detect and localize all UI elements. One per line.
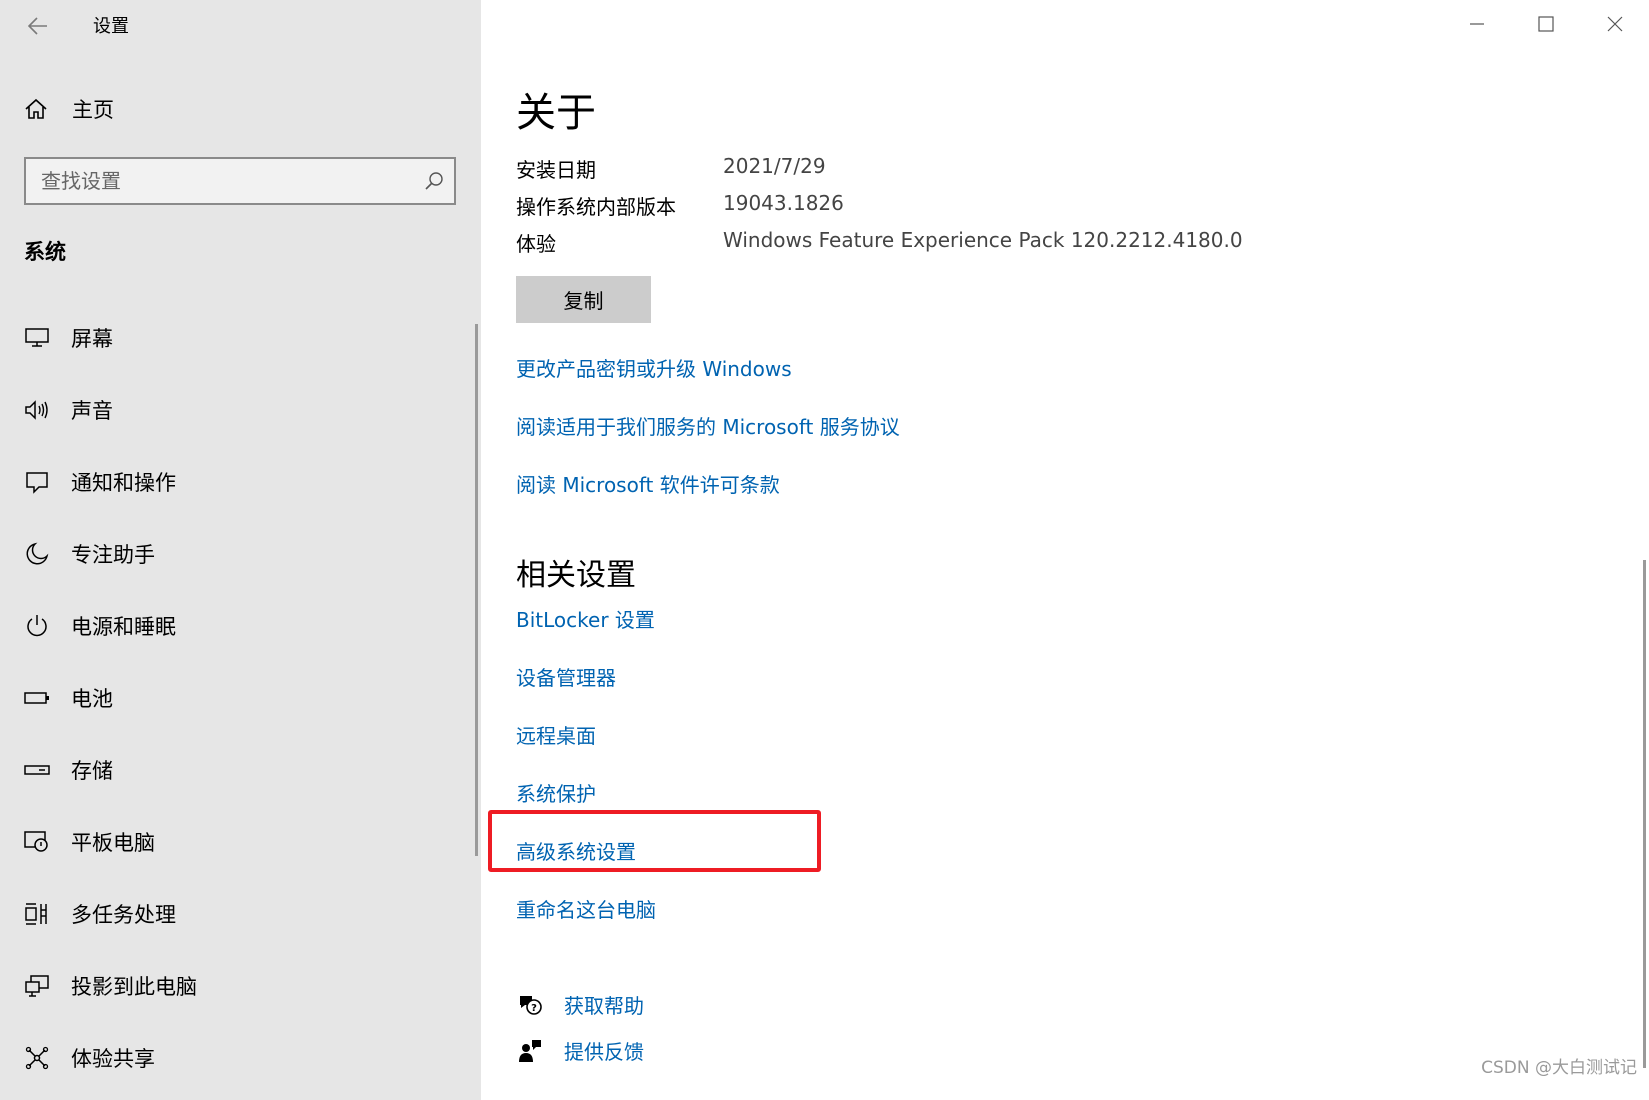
change-product-key-link[interactable]: 更改产品密钥或升级 Windows xyxy=(516,353,792,382)
spec-value: 2021/7/29 xyxy=(723,154,826,178)
sidebar-item-label: 平板电脑 xyxy=(71,831,155,855)
sidebar-item-label: 存储 xyxy=(71,759,113,783)
back-arrow-icon xyxy=(28,17,47,35)
sidebar-item-focus-assist[interactable]: 专注助手 xyxy=(0,518,481,590)
help-chat-icon: ? xyxy=(520,995,542,1015)
sidebar-section-heading: 系统 xyxy=(24,240,66,264)
sidebar-item-battery[interactable]: 电池 xyxy=(0,662,481,734)
main-content: 关于 安装日期 2021/7/29 操作系统内部版本 19043.1826 体验… xyxy=(481,0,1649,1100)
get-help-label: 获取帮助 xyxy=(564,994,644,1018)
spec-row-experience: 体验 Windows Feature Experience Pack 120.2… xyxy=(516,228,1243,257)
notification-icon xyxy=(26,472,48,494)
sidebar-item-label: 电池 xyxy=(71,687,113,711)
maximize-icon xyxy=(1537,16,1554,32)
copy-button[interactable]: 复制 xyxy=(516,276,651,323)
moon-icon xyxy=(26,542,49,565)
device-manager-link[interactable]: 设备管理器 xyxy=(516,662,616,691)
sidebar-item-label: 通知和操作 xyxy=(71,471,176,495)
share-icon xyxy=(25,1046,49,1070)
storage-icon xyxy=(24,765,50,775)
feedback-icon xyxy=(519,1039,541,1062)
sidebar-scrollbar[interactable] xyxy=(475,324,478,856)
spec-key: 安装日期 xyxy=(516,158,596,182)
tablet-icon xyxy=(24,831,48,852)
bitlocker-settings-link[interactable]: BitLocker 设置 xyxy=(516,604,655,633)
related-settings-title: 相关设置 xyxy=(516,558,636,593)
sidebar-nav: 屏幕 声音 通知和操作 专注助手 电源和睡眠 电池 存储 平板电脑 多任务处理 … xyxy=(0,302,481,1094)
sidebar-item-label: 多任务处理 xyxy=(71,903,176,927)
settings-window: 设置 主页 系统 屏幕 声音 xyxy=(0,0,1649,1100)
battery-icon xyxy=(24,692,49,704)
sidebar-item-label: 专注助手 xyxy=(71,543,155,567)
sidebar: 设置 主页 系统 屏幕 声音 xyxy=(0,0,481,1100)
search-box[interactable] xyxy=(24,157,456,205)
spec-value: Windows Feature Experience Pack 120.2212… xyxy=(723,228,1243,252)
search-input[interactable] xyxy=(26,159,414,203)
close-icon xyxy=(1607,16,1622,32)
sidebar-item-label: 屏幕 xyxy=(71,327,113,351)
sidebar-item-label: 声音 xyxy=(71,399,113,423)
project-icon xyxy=(25,975,49,997)
sidebar-item-multitasking[interactable]: 多任务处理 xyxy=(0,878,481,950)
give-feedback-label: 提供反馈 xyxy=(564,1040,644,1064)
spec-key: 操作系统内部版本 xyxy=(516,195,676,219)
sidebar-item-tablet[interactable]: 平板电脑 xyxy=(0,806,481,878)
system-protection-link[interactable]: 系统保护 xyxy=(516,778,596,807)
remote-desktop-link[interactable]: 远程桌面 xyxy=(516,720,596,749)
rename-pc-link[interactable]: 重命名这台电脑 xyxy=(516,894,656,923)
speaker-icon xyxy=(25,400,48,420)
monitor-icon xyxy=(25,328,49,347)
sidebar-item-label: 投影到此电脑 xyxy=(71,975,197,999)
home-icon xyxy=(25,98,47,119)
minimize-icon xyxy=(1469,23,1484,25)
spec-key: 体验 xyxy=(516,232,556,256)
main-scrollbar[interactable] xyxy=(1643,560,1646,1068)
watermark: CSDN @大白测试记 xyxy=(1481,1058,1637,1078)
sidebar-home[interactable]: 主页 xyxy=(24,88,454,130)
sidebar-item-shared-experiences[interactable]: 体验共享 xyxy=(0,1022,481,1094)
spec-row-os-build: 操作系统内部版本 19043.1826 xyxy=(516,191,844,220)
maximize-button[interactable] xyxy=(1511,0,1580,48)
highlight-box xyxy=(488,810,821,872)
app-title: 设置 xyxy=(93,16,129,37)
sidebar-item-notifications[interactable]: 通知和操作 xyxy=(0,446,481,518)
spec-value: 19043.1826 xyxy=(723,191,844,215)
power-icon xyxy=(27,615,47,637)
sidebar-item-storage[interactable]: 存储 xyxy=(0,734,481,806)
page-title: 关于 xyxy=(516,90,596,136)
sidebar-item-projecting[interactable]: 投影到此电脑 xyxy=(0,950,481,1022)
svg-text:?: ? xyxy=(531,1003,537,1014)
sidebar-item-display[interactable]: 屏幕 xyxy=(0,302,481,374)
window-controls xyxy=(1442,0,1649,48)
sidebar-item-sound[interactable]: 声音 xyxy=(0,374,481,446)
sidebar-home-label: 主页 xyxy=(72,98,114,122)
license-terms-link[interactable]: 阅读 Microsoft 软件许可条款 xyxy=(516,469,780,498)
get-help-link[interactable]: ? 获取帮助 xyxy=(516,990,644,1019)
give-feedback-link[interactable]: 提供反馈 xyxy=(516,1036,644,1065)
close-button[interactable] xyxy=(1580,0,1649,48)
spec-row-install-date: 安装日期 2021/7/29 xyxy=(516,154,826,183)
search-icon[interactable] xyxy=(414,161,454,201)
sidebar-item-power[interactable]: 电源和睡眠 xyxy=(0,590,481,662)
service-agreement-link[interactable]: 阅读适用于我们服务的 Microsoft 服务协议 xyxy=(516,411,900,440)
sidebar-item-label: 电源和睡眠 xyxy=(71,615,176,639)
multitask-icon xyxy=(25,903,47,925)
minimize-button[interactable] xyxy=(1442,0,1511,48)
sidebar-item-label: 体验共享 xyxy=(71,1047,155,1071)
back-button[interactable] xyxy=(18,8,58,44)
